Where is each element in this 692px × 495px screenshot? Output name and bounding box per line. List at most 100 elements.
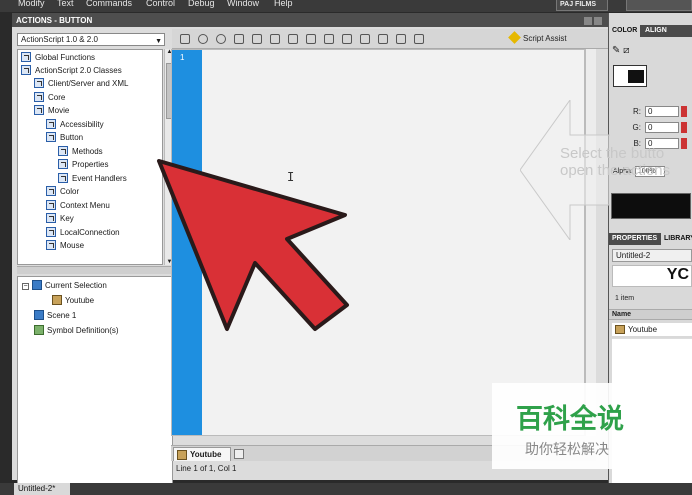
tree-item-event-handlers[interactable]: Event Handlers: [58, 172, 127, 185]
apply-line-comment-icon[interactable]: [378, 34, 388, 44]
r-dropdown[interactable]: [681, 106, 687, 117]
nav-youtube[interactable]: Youtube: [52, 294, 94, 308]
library-document-select[interactable]: Untitled-2: [612, 249, 692, 262]
tree-label: Methods: [72, 147, 103, 156]
tree-label: Client/Server and XML: [48, 79, 129, 88]
nav-symbol-definitions[interactable]: Symbol Definition(s): [34, 324, 119, 338]
book-icon: [21, 65, 31, 75]
fill-color-sample: [628, 70, 644, 83]
collapse-selection-icon[interactable]: [324, 34, 334, 44]
add-item-icon[interactable]: [180, 34, 190, 44]
tab-align[interactable]: ALIGN: [642, 25, 670, 37]
symbol-icon: [34, 325, 44, 335]
tree-item-methods[interactable]: Methods: [58, 145, 103, 158]
tree-label: ActionScript 2.0 Classes: [35, 66, 122, 75]
menu-bar: Modify Text Commands Control Debug Windo…: [0, 0, 692, 12]
r-input[interactable]: 0: [645, 106, 679, 117]
tab-label: Youtube: [190, 450, 222, 459]
menu-window[interactable]: Window: [227, 0, 259, 8]
remove-comment-icon[interactable]: [396, 34, 406, 44]
tree-item-properties[interactable]: Properties: [58, 158, 108, 171]
nav-label: Symbol Definition(s): [47, 326, 119, 335]
code-hint-icon[interactable]: [270, 34, 280, 44]
tree-label: Accessibility: [60, 120, 104, 129]
pencil-icon[interactable]: ✎: [612, 45, 620, 56]
b-dropdown[interactable]: [681, 138, 687, 149]
tree-item-client-server[interactable]: Client/Server and XML: [34, 77, 128, 90]
document-tab[interactable]: Untitled-2*: [14, 483, 70, 495]
tab-library[interactable]: LIBRARY: [661, 233, 692, 245]
script-tab-youtube[interactable]: Youtube: [173, 447, 231, 461]
workspace-switcher[interactable]: PAJ FILMS: [556, 0, 608, 11]
menu-text[interactable]: Text: [57, 0, 74, 8]
nav-label: Scene 1: [47, 311, 77, 320]
tree-item-global-functions[interactable]: Global Functions: [21, 51, 95, 64]
book-open-icon: [34, 105, 44, 115]
script-assist-button[interactable]: Script Assist: [510, 33, 567, 43]
tree-item-accessibility[interactable]: Accessibility: [46, 118, 104, 131]
nav-scene-1[interactable]: Scene 1: [34, 309, 76, 323]
search-box[interactable]: [626, 0, 692, 11]
pin-script-icon[interactable]: [234, 449, 244, 459]
g-input[interactable]: 0: [645, 122, 679, 133]
book-icon: [34, 92, 44, 102]
menu-debug[interactable]: Debug: [188, 0, 215, 8]
tree-item-context-menu[interactable]: Context Menu: [46, 199, 110, 212]
cursor-status: Line 1 of 1, Col 1: [176, 464, 237, 473]
menu-modify[interactable]: Modify: [18, 0, 45, 8]
menu-control[interactable]: Control: [146, 0, 175, 8]
library-item-youtube[interactable]: Youtube: [612, 323, 692, 336]
actionscript-version-select[interactable]: ActionScript 1.0 & 2.0 ▼: [17, 33, 165, 46]
find-icon[interactable]: [198, 34, 208, 44]
collapse-icon[interactable]: [584, 17, 592, 25]
library-preview: YC: [612, 265, 692, 287]
tree-item-localconnection[interactable]: LocalConnection: [46, 226, 120, 239]
tab-properties[interactable]: PROPERTIES: [609, 233, 660, 245]
book-icon: [58, 159, 68, 169]
menu-help[interactable]: Help: [274, 0, 293, 8]
instruction-line-1: Select the butto: [560, 145, 665, 162]
document-tab-bar: Untitled-2*: [0, 483, 692, 495]
r-label: R:: [633, 106, 641, 116]
tree-label: Key: [60, 214, 74, 223]
book-icon: [34, 78, 44, 88]
button-symbol-icon: [615, 325, 625, 334]
apply-block-comment-icon[interactable]: [360, 34, 370, 44]
check-syntax-icon[interactable]: [234, 34, 244, 44]
auto-format-icon[interactable]: [252, 34, 262, 44]
collapse-between-braces-icon[interactable]: [306, 34, 316, 44]
tree-label: LocalConnection: [60, 228, 120, 237]
tree-label: Mouse: [60, 241, 85, 250]
tree-item-mouse[interactable]: Mouse: [46, 239, 84, 252]
red-pointer-arrow-icon: [157, 159, 349, 331]
fill-color-swatch[interactable]: [613, 65, 647, 87]
tree-label: Button: [60, 133, 84, 142]
g-dropdown[interactable]: [681, 122, 687, 133]
instruction-text: Select the butto open the actions: [560, 145, 670, 179]
tab-color[interactable]: COLOR: [609, 25, 641, 37]
book-icon: [46, 119, 56, 129]
close-icon[interactable]: [594, 17, 602, 25]
no-color-icon[interactable]: ⧄: [623, 45, 629, 56]
nav-current-selection[interactable]: − Current Selection: [22, 279, 107, 293]
panel-splitter[interactable]: [17, 266, 173, 274]
menu-commands[interactable]: Commands: [86, 0, 132, 8]
tree-item-as2-classes[interactable]: ActionScript 2.0 Classes: [21, 64, 122, 77]
insert-target-path-icon[interactable]: [216, 34, 226, 44]
panel-title: ACTIONS - BUTTON: [16, 16, 93, 25]
tree-item-movie[interactable]: Movie: [34, 104, 69, 117]
book-icon: [46, 200, 56, 210]
tree-label: Core: [48, 93, 66, 102]
tree-item-core[interactable]: Core: [34, 91, 65, 104]
show-hide-toolbox-icon[interactable]: [414, 34, 424, 44]
collapse-box-icon[interactable]: −: [22, 283, 29, 290]
tree-item-color[interactable]: Color: [46, 185, 79, 198]
movieclip-icon: [32, 280, 42, 290]
tree-label: Context Menu: [60, 201, 110, 210]
tree-item-key[interactable]: Key: [46, 212, 74, 225]
tree-item-button[interactable]: Button: [46, 131, 83, 144]
library-name-header[interactable]: Name: [609, 309, 692, 320]
tree-label: Color: [60, 187, 80, 196]
debug-options-icon[interactable]: [288, 34, 298, 44]
expand-all-icon[interactable]: [342, 34, 352, 44]
